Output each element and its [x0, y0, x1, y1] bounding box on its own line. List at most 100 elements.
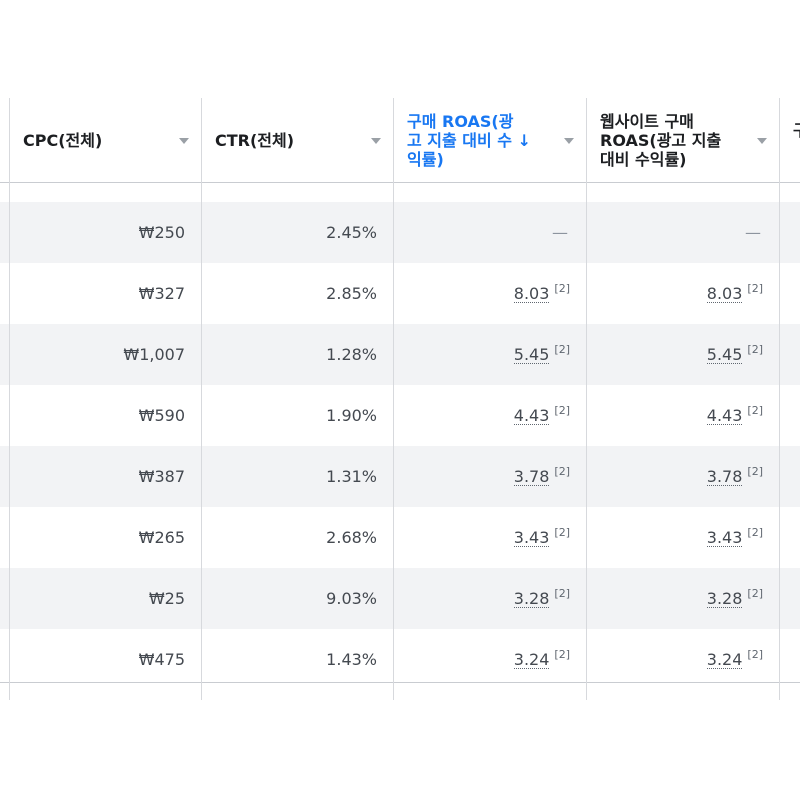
column-header-cpc[interactable]: CPC(전체) — [9, 98, 201, 182]
roas-value[interactable]: 4.43 — [706, 407, 743, 425]
cell-purchase-roas: 3.43 [2] — [393, 507, 586, 568]
roas-value[interactable]: 4.43 — [513, 407, 550, 425]
cell-website-roas: 3.28 [2] — [586, 568, 779, 629]
footnote-marker[interactable]: [2] — [554, 282, 570, 295]
footnote-marker[interactable]: [2] — [747, 465, 763, 478]
roas-value[interactable]: 3.28 — [513, 590, 550, 608]
ads-report-table: CPC(전체) CTR(전체) 구매 ROAS(광 고 지출 대비 수 ↓ 익률… — [0, 98, 800, 700]
cell-purchase-roas: 3.24 [2] — [393, 629, 586, 690]
ctr-value: 9.03% — [326, 589, 377, 608]
cell-purchase-roas: 5.45 [2] — [393, 324, 586, 385]
roas-value[interactable]: 3.43 — [706, 529, 743, 547]
table-row[interactable]: ₩475 1.43% 3.24 [2] 3.24 [2] — [0, 629, 800, 690]
cell-cpc: ₩1,007 — [9, 324, 201, 385]
roas-value[interactable]: 3.78 — [706, 468, 743, 486]
column-divider — [586, 98, 587, 700]
cell-website-roas: — — [586, 202, 779, 263]
column-header-purchase-roas[interactable]: 구매 ROAS(광 고 지출 대비 수 ↓ 익률) — [393, 98, 586, 182]
footnote-marker[interactable]: [2] — [554, 404, 570, 417]
table-row[interactable]: ₩265 2.68% 3.43 [2] 3.43 [2] — [0, 507, 800, 568]
footnote-marker[interactable]: [2] — [747, 282, 763, 295]
ctr-value: 1.28% — [326, 345, 377, 364]
roas-value[interactable]: 8.03 — [513, 285, 550, 303]
cell-cpc: ₩475 — [9, 629, 201, 690]
cell-purchase-roas: 8.03 [2] — [393, 263, 586, 324]
column-header-ctr[interactable]: CTR(전체) — [201, 98, 393, 182]
cell-purchase-roas: 4.43 [2] — [393, 385, 586, 446]
cell-purchase-roas: — — [393, 202, 586, 263]
cell-cpc: ₩387 — [9, 446, 201, 507]
roas-value[interactable]: 3.24 — [513, 651, 550, 669]
roas-value[interactable]: 5.45 — [513, 346, 550, 364]
cell-website-roas: 3.78 [2] — [586, 446, 779, 507]
footnote-marker[interactable]: [2] — [747, 587, 763, 600]
cell-cpc: ₩327 — [9, 263, 201, 324]
cell-website-roas: 3.24 [2] — [586, 629, 779, 690]
column-header-label-sorted: 구매 ROAS(광 고 지출 대비 수 ↓ 익률) — [407, 111, 532, 169]
footnote-marker[interactable]: [2] — [747, 343, 763, 356]
table-bottom-divider — [0, 682, 800, 683]
cell-cpc: ₩25 — [9, 568, 201, 629]
roas-value[interactable]: 3.24 — [706, 651, 743, 669]
cell-ctr: 1.43% — [201, 629, 393, 690]
table-row[interactable]: ₩590 1.90% 4.43 [2] 4.43 [2] — [0, 385, 800, 446]
roas-value[interactable]: 3.43 — [513, 529, 550, 547]
footnote-marker[interactable]: [2] — [554, 587, 570, 600]
cpc-value: ₩475 — [138, 650, 185, 669]
column-header-label: CTR(전체) — [215, 130, 295, 150]
ctr-value: 2.45% — [326, 223, 377, 242]
ctr-value: 1.31% — [326, 467, 377, 486]
cell-cpc: ₩250 — [9, 202, 201, 263]
table-row[interactable]: ₩327 2.85% 8.03 [2] 8.03 [2] — [0, 263, 800, 324]
cell-ctr: 9.03% — [201, 568, 393, 629]
cpc-value: ₩1,007 — [123, 345, 185, 364]
footnote-marker[interactable]: [2] — [747, 648, 763, 661]
cell-ctr: 1.90% — [201, 385, 393, 446]
column-divider — [201, 98, 202, 700]
cell-website-roas: 5.45 [2] — [586, 324, 779, 385]
cell-purchase-roas: 3.28 [2] — [393, 568, 586, 629]
table-row[interactable]: ₩387 1.31% 3.78 [2] 3.78 [2] — [0, 446, 800, 507]
column-divider — [9, 98, 10, 700]
footnote-marker[interactable]: [2] — [747, 404, 763, 417]
footnote-marker[interactable]: [2] — [554, 343, 570, 356]
column-divider — [393, 98, 394, 700]
cell-purchase-roas: 3.78 [2] — [393, 446, 586, 507]
roas-value[interactable]: 3.28 — [706, 590, 743, 608]
chevron-down-icon[interactable] — [179, 138, 189, 144]
table-header: CPC(전체) CTR(전체) 구매 ROAS(광 고 지출 대비 수 ↓ 익률… — [0, 98, 800, 183]
cpc-value: ₩250 — [138, 223, 185, 242]
roas-value[interactable]: 3.78 — [513, 468, 550, 486]
chevron-down-icon[interactable] — [371, 138, 381, 144]
empty-value-dash: — — [552, 223, 568, 242]
chevron-down-icon[interactable] — [564, 138, 574, 144]
cell-ctr: 1.31% — [201, 446, 393, 507]
cpc-value: ₩590 — [138, 406, 185, 425]
cell-website-roas: 3.43 [2] — [586, 507, 779, 568]
roas-value[interactable]: 8.03 — [706, 285, 743, 303]
column-header-label: 구 — [793, 121, 800, 140]
cell-website-roas: 8.03 [2] — [586, 263, 779, 324]
column-header-label: CPC(전체) — [23, 130, 103, 150]
footnote-marker[interactable]: [2] — [554, 648, 570, 661]
table-row[interactable]: ₩1,007 1.28% 5.45 [2] 5.45 [2] — [0, 324, 800, 385]
cell-ctr: 2.45% — [201, 202, 393, 263]
column-header-next[interactable]: 구 — [779, 98, 800, 182]
cell-cpc: ₩590 — [9, 385, 201, 446]
empty-value-dash: — — [745, 223, 761, 242]
column-header-website-roas[interactable]: 웹사이트 구매 ROAS(광고 지출 대비 수익률) — [586, 98, 779, 182]
table-row[interactable]: ₩250 2.45% — — — [0, 202, 800, 263]
ctr-value: 2.85% — [326, 284, 377, 303]
column-divider — [779, 98, 780, 700]
chevron-down-icon[interactable] — [757, 138, 767, 144]
cell-ctr: 2.68% — [201, 507, 393, 568]
ctr-value: 2.68% — [326, 528, 377, 547]
cell-ctr: 1.28% — [201, 324, 393, 385]
ctr-value: 1.90% — [326, 406, 377, 425]
roas-value[interactable]: 5.45 — [706, 346, 743, 364]
cpc-value: ₩327 — [138, 284, 185, 303]
table-row[interactable]: ₩25 9.03% 3.28 [2] 3.28 [2] — [0, 568, 800, 629]
footnote-marker[interactable]: [2] — [747, 526, 763, 539]
footnote-marker[interactable]: [2] — [554, 465, 570, 478]
footnote-marker[interactable]: [2] — [554, 526, 570, 539]
